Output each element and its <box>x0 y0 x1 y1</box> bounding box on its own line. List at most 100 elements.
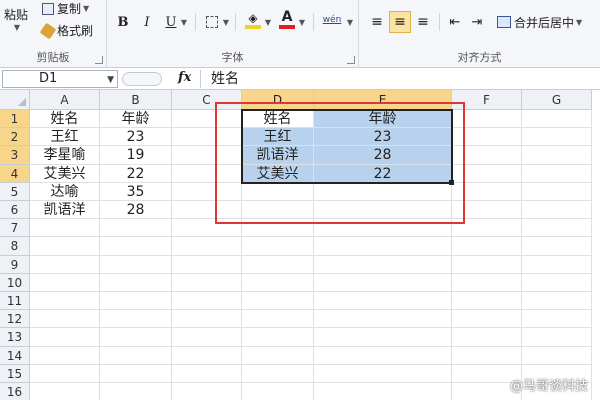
column-header-g[interactable]: G <box>522 90 592 110</box>
name-box[interactable]: D1 ▼ <box>2 70 118 88</box>
bold-button[interactable]: B <box>115 12 131 32</box>
font-color-button[interactable]: A <box>277 8 297 30</box>
cell-d10[interactable] <box>242 273 314 292</box>
chevron-down-icon[interactable]: ▼ <box>297 12 307 32</box>
cell-b7[interactable] <box>100 219 172 238</box>
cell-d16[interactable] <box>242 383 314 400</box>
cell-a5[interactable]: 达喻 <box>30 182 100 201</box>
cell-g13[interactable] <box>522 328 592 347</box>
insert-function-icon[interactable]: fx <box>178 70 191 85</box>
formula-input[interactable]: 姓名 <box>200 70 598 88</box>
row-header-3[interactable]: 3 <box>0 146 30 165</box>
row-header-9[interactable]: 9 <box>0 255 30 274</box>
cell-g4[interactable] <box>522 164 592 183</box>
chevron-down-icon[interactable]: ▼ <box>345 12 355 32</box>
row-header-8[interactable]: 8 <box>0 237 30 256</box>
cell-b12[interactable] <box>100 310 172 329</box>
cell-e14[interactable] <box>314 346 452 365</box>
row-header-2[interactable]: 2 <box>0 128 30 147</box>
cell-g1[interactable] <box>522 110 592 129</box>
border-button[interactable] <box>203 12 221 32</box>
cell-d9[interactable] <box>242 255 314 274</box>
cell-g9[interactable] <box>522 255 592 274</box>
cell-a7[interactable] <box>30 219 100 238</box>
cell-b6[interactable]: 28 <box>100 201 172 220</box>
fill-color-button[interactable]: ◈ <box>243 10 263 30</box>
cell-d13[interactable] <box>242 328 314 347</box>
cell-a1[interactable]: 姓名 <box>30 110 100 129</box>
cell-g11[interactable] <box>522 292 592 311</box>
cell-g7[interactable] <box>522 219 592 238</box>
cell-c13[interactable] <box>172 328 242 347</box>
cell-g14[interactable] <box>522 346 592 365</box>
cell-f8[interactable] <box>452 237 522 256</box>
column-header-b[interactable]: B <box>100 90 172 110</box>
chevron-down-icon[interactable]: ▼ <box>221 12 231 32</box>
cell-f14[interactable] <box>452 346 522 365</box>
cell-a11[interactable] <box>30 292 100 311</box>
cell-f13[interactable] <box>452 328 522 347</box>
cell-f11[interactable] <box>452 292 522 311</box>
copy-button[interactable]: 复制 ▼ <box>42 0 89 17</box>
row-header-5[interactable]: 5 <box>0 182 30 201</box>
cell-e12[interactable] <box>314 310 452 329</box>
phonetic-guide-button[interactable]: wén <box>319 10 345 30</box>
cell-d12[interactable] <box>242 310 314 329</box>
cell-a14[interactable] <box>30 346 100 365</box>
formula-bar-resize-handle[interactable] <box>122 72 162 86</box>
cell-a12[interactable] <box>30 310 100 329</box>
cell-b9[interactable] <box>100 255 172 274</box>
cell-e15[interactable] <box>314 364 452 383</box>
cell-g12[interactable] <box>522 310 592 329</box>
cell-c15[interactable] <box>172 364 242 383</box>
cell-c8[interactable] <box>172 237 242 256</box>
cell-g2[interactable] <box>522 128 592 147</box>
chevron-down-icon[interactable]: ▼ <box>179 12 189 32</box>
format-painter-button[interactable]: 格式刷 <box>39 22 93 39</box>
row-header-4[interactable]: 4 <box>0 164 30 183</box>
chevron-down-icon[interactable]: ▼ <box>107 72 114 88</box>
column-header-a[interactable]: A <box>30 90 100 110</box>
cell-c12[interactable] <box>172 310 242 329</box>
cell-e8[interactable] <box>314 237 452 256</box>
cell-b8[interactable] <box>100 237 172 256</box>
cell-f12[interactable] <box>452 310 522 329</box>
cell-g6[interactable] <box>522 201 592 220</box>
cell-a6[interactable]: 凯语洋 <box>30 201 100 220</box>
cell-c16[interactable] <box>172 383 242 400</box>
cell-e9[interactable] <box>314 255 452 274</box>
row-header-10[interactable]: 10 <box>0 273 30 292</box>
cell-b1[interactable]: 年龄 <box>100 110 172 129</box>
row-header-16[interactable]: 16 <box>0 383 30 400</box>
row-header-6[interactable]: 6 <box>0 201 30 220</box>
cell-b14[interactable] <box>100 346 172 365</box>
cell-a10[interactable] <box>30 273 100 292</box>
align-left-button[interactable]: ≡ <box>367 12 387 32</box>
increase-indent-button[interactable]: ⇥ <box>467 12 487 32</box>
align-center-button[interactable]: ≡ <box>389 11 411 33</box>
cell-b13[interactable] <box>100 328 172 347</box>
dialog-launcher-icon[interactable] <box>347 56 355 64</box>
merge-center-button[interactable]: 合并后居中 ▼ <box>497 12 582 32</box>
cell-d14[interactable] <box>242 346 314 365</box>
cell-a13[interactable] <box>30 328 100 347</box>
cell-d15[interactable] <box>242 364 314 383</box>
cell-d11[interactable] <box>242 292 314 311</box>
cell-e10[interactable] <box>314 273 452 292</box>
cell-a2[interactable]: 王红 <box>30 128 100 147</box>
row-header-11[interactable]: 11 <box>0 292 30 311</box>
cell-b16[interactable] <box>100 383 172 400</box>
cell-b5[interactable]: 35 <box>100 182 172 201</box>
cell-g5[interactable] <box>522 182 592 201</box>
select-all-button[interactable] <box>0 90 30 110</box>
row-header-13[interactable]: 13 <box>0 328 30 347</box>
cell-b2[interactable]: 23 <box>100 128 172 147</box>
cell-e11[interactable] <box>314 292 452 311</box>
decrease-indent-button[interactable]: ⇤ <box>445 12 465 32</box>
cell-b3[interactable]: 19 <box>100 146 172 165</box>
row-header-12[interactable]: 12 <box>0 310 30 329</box>
underline-button[interactable]: U <box>163 12 179 32</box>
cell-a15[interactable] <box>30 364 100 383</box>
chevron-down-icon[interactable]: ▼ <box>263 12 273 32</box>
row-header-1[interactable]: 1 <box>0 110 30 129</box>
